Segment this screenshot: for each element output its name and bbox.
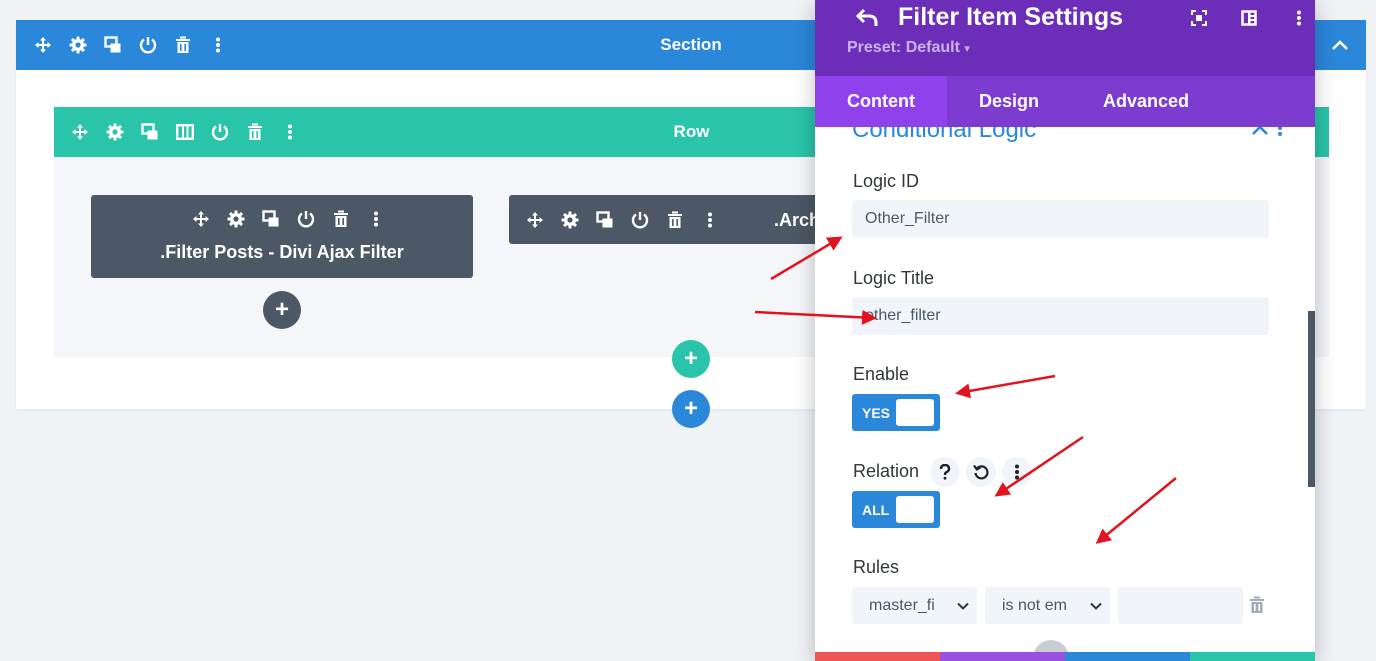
panel-header-actions [1174,6,1315,30]
rules-label: Rules [853,557,900,577]
caret-down-icon: ▾ [964,43,970,55]
panel-header: Filter Item Settings Preset: Default ▾ [815,0,1315,76]
more-vertical-icon[interactable] [358,208,393,230]
panel-title: Filter Item Settings [898,3,1124,31]
preset-selector[interactable]: Preset: Default ▾ [847,39,970,57]
logic-id-label: Logic ID [853,171,920,191]
tab-advanced[interactable]: Advanced [1071,76,1221,127]
module-filter-posts[interactable]: .Filter Posts - Divi Ajax Filter [91,195,473,278]
logic-title-label: Logic Title [853,268,935,288]
undo-icon[interactable] [853,6,881,30]
relation-toggle[interactable]: ALL [852,491,940,528]
chevron-down-icon [1090,587,1102,624]
module-archive[interactable]: .Arch [509,195,839,244]
add-row-button[interactable]: + [672,340,710,378]
redo-button[interactable] [1065,652,1190,661]
panel-tabs: Content Design Advanced [815,76,1315,127]
power-icon[interactable] [202,121,237,143]
toggle-knob [896,496,934,523]
help-icon[interactable] [930,457,960,487]
duplicate-icon[interactable] [132,121,167,143]
logic-title-input[interactable]: other_filter [852,297,1269,335]
more-vertical-icon[interactable] [272,121,307,143]
rule-value-input[interactable] [1118,587,1243,624]
rule-field-value: master_fi [869,597,935,614]
tab-design[interactable]: Design [947,76,1071,127]
add-section-button[interactable]: + [672,390,710,428]
more-vertical-icon[interactable] [1002,457,1032,487]
section-tools [25,34,235,56]
gear-icon[interactable] [218,208,253,230]
module-title: .Arch [774,210,821,230]
preset-label: Preset: Default [847,39,960,56]
power-icon[interactable] [288,208,323,230]
module-title: .Filter Posts - Divi Ajax Filter [160,242,404,262]
trash-icon[interactable] [1249,596,1269,616]
filter-item-settings-panel: Filter Item Settings Preset: Default ▾ C… [815,0,1315,661]
module-tools [183,208,393,230]
columns-icon[interactable] [167,121,202,143]
logic-id-input[interactable]: Other_Filter [852,200,1269,238]
save-button[interactable] [1190,652,1315,661]
duplicate-icon[interactable] [253,208,288,230]
tab-content[interactable]: Content [815,76,947,127]
chevron-down-icon [957,587,969,624]
trash-icon[interactable] [237,121,272,143]
relation-field-actions [930,457,1032,487]
close-icon[interactable] [1250,127,1272,139]
reset-icon[interactable] [966,457,996,487]
split-view-icon[interactable] [1224,6,1274,30]
trash-icon[interactable] [657,209,692,231]
rule-field-select[interactable]: master_fi [852,587,977,624]
move-icon[interactable] [62,121,97,143]
rule-operator-value: is not em [1002,597,1067,614]
row-tools [62,121,307,143]
gear-icon[interactable] [60,34,95,56]
trash-icon[interactable] [323,208,358,230]
power-icon[interactable] [130,34,165,56]
gear-icon[interactable] [552,209,587,231]
gear-icon[interactable] [97,121,132,143]
move-icon[interactable] [183,208,218,230]
more-vertical-icon[interactable] [1274,6,1315,30]
more-vertical-icon[interactable] [1277,127,1297,141]
discard-button[interactable] [815,652,940,661]
toggle-group-title[interactable]: Conditional Logic [852,127,1036,144]
chevron-up-icon[interactable] [1326,33,1354,57]
enable-toggle-state: YES [862,405,891,421]
panel-footer [815,652,1315,661]
toggle-knob [896,399,934,426]
enable-toggle[interactable]: YES [852,394,940,431]
rule-operator-select[interactable]: is not em [985,587,1110,624]
module-tools [517,209,727,231]
move-icon[interactable] [517,209,552,231]
power-icon[interactable] [622,209,657,231]
duplicate-icon[interactable] [95,34,130,56]
enable-label: Enable [853,364,910,384]
move-icon[interactable] [25,34,60,56]
trash-icon[interactable] [165,34,200,56]
more-vertical-icon[interactable] [200,34,235,56]
relation-label: Relation [853,461,920,481]
panel-scrollbar[interactable] [1308,311,1315,487]
expand-icon[interactable] [1174,6,1224,30]
history-button[interactable] [940,652,1065,661]
add-module-button[interactable]: + [263,291,301,329]
relation-toggle-state: ALL [862,502,890,518]
more-vertical-icon[interactable] [692,209,727,231]
duplicate-icon[interactable] [587,209,622,231]
panel-body: Conditional Logic Logic ID Other_Filter … [815,127,1315,661]
